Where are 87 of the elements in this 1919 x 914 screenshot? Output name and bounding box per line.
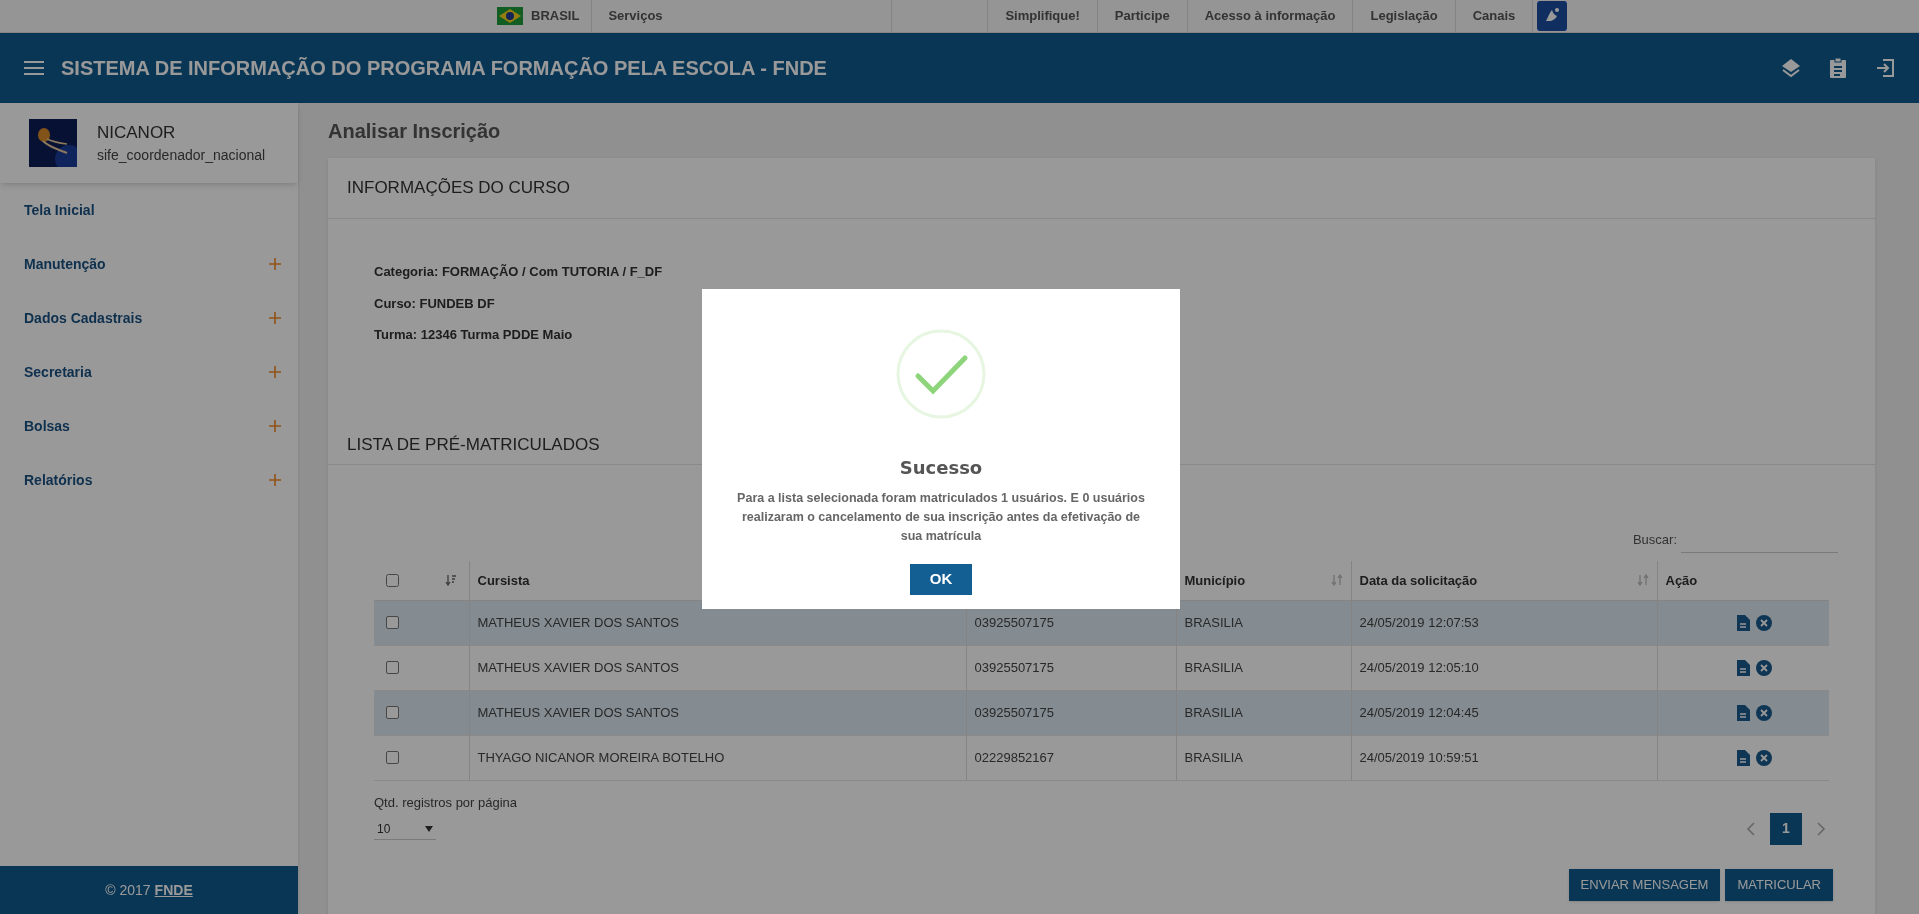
remove-icon[interactable]: [1755, 614, 1772, 631]
table-cell: THYAGO NICANOR MOREIRA BOTELHO: [477, 749, 725, 765]
caret-icon: [425, 825, 433, 832]
table-cell: BRASILIA: [1184, 659, 1244, 675]
action-button[interactable]: MATRICULAR: [1725, 868, 1833, 901]
flag-icon: [497, 7, 523, 25]
sidebar-item[interactable]: Tela Inicial: [24, 199, 95, 221]
plus-icon[interactable]: [269, 312, 281, 324]
sort-icon[interactable]: [1636, 574, 1649, 587]
sidebar-item[interactable]: Bolsas: [24, 415, 70, 437]
success-check-icon: [896, 329, 986, 419]
remove-icon[interactable]: [1755, 704, 1772, 721]
menu-icon[interactable]: [24, 60, 44, 76]
page-size-label: Qtd. registros por página: [374, 793, 518, 812]
gov-link[interactable]: Serviços: [592, 0, 893, 32]
page-size-select[interactable]: 10: [374, 818, 436, 840]
table-row[interactable]: MATHEUS XAVIER DOS SANTOS 03925507175 BRASILIA 24/05/2019 12:07:53: [374, 600, 1829, 645]
gov-link[interactable]: Participe: [1096, 0, 1187, 32]
document-icon[interactable]: [1735, 704, 1750, 721]
clipboard-icon[interactable]: [1829, 57, 1847, 79]
gov-link[interactable]: Canais: [1454, 0, 1533, 32]
table-row[interactable]: MATHEUS XAVIER DOS SANTOS 03925507175 BRASILIA 24/05/2019 12:04:45: [374, 690, 1829, 735]
user-role: sife_coordenador_nacional: [97, 146, 266, 166]
column-header[interactable]: Município: [1184, 570, 1246, 590]
section-heading: INFORMAÇÕES DO CURSO: [347, 177, 570, 200]
plus-icon[interactable]: [269, 474, 281, 486]
gov-link[interactable]: Simplifique!: [987, 0, 1097, 32]
remove-icon[interactable]: [1755, 659, 1772, 676]
table-cell: MATHEUS XAVIER DOS SANTOS: [477, 614, 680, 630]
header-title: SISTEMA DE INFORMAÇÃO DO PROGRAMA FORMAÇÃO PELA ESCOLA - FNDE: [61, 56, 827, 81]
document-icon[interactable]: [1735, 749, 1750, 766]
layers-icon[interactable]: [1781, 58, 1801, 78]
row-checkbox[interactable]: [386, 706, 399, 719]
document-icon[interactable]: [1735, 659, 1750, 676]
plus-icon[interactable]: [269, 258, 281, 270]
table-row[interactable]: THYAGO NICANOR MOREIRA BOTELHO 02229852167 BRASILIA 24/05/2019 10:59:51: [374, 735, 1829, 780]
next-page-icon[interactable]: [1816, 821, 1826, 836]
table-cell: 03925507175: [974, 659, 1055, 675]
table-cell: 03925507175: [974, 704, 1055, 720]
sidebar-item[interactable]: Manutenção: [24, 253, 106, 275]
table-cell: BRASILIA: [1184, 614, 1244, 630]
table-cell: 24/05/2019 12:05:10: [1359, 659, 1479, 675]
column-header[interactable]: Cursista: [477, 570, 530, 590]
exit-icon[interactable]: [1875, 58, 1895, 78]
sidebar-item[interactable]: Secretaria: [24, 361, 92, 383]
row-checkbox[interactable]: [386, 616, 399, 629]
action-button[interactable]: ENVIAR MENSAGEM: [1568, 868, 1721, 901]
table-cell: 24/05/2019 10:59:51: [1359, 749, 1479, 765]
course-info-text: Turma: 12346 Turma PDDE Maio: [374, 326, 574, 344]
plus-icon[interactable]: [269, 420, 281, 432]
page-button[interactable]: 1: [1770, 812, 1802, 845]
table-cell: BRASILIA: [1184, 749, 1244, 765]
row-checkbox[interactable]: [386, 661, 399, 674]
modal-message: Para a lista selecionada foram matriculados 1 usuários. E 0 usuários realizaram o cancelamento de sua inscrição antes da efetivação de sua matrícula: [736, 490, 1146, 545]
sidebar-item[interactable]: Dados Cadastrais: [24, 307, 143, 329]
page-title: Analisar Inscrição: [328, 118, 502, 144]
course-info-text: Curso: FUNDEB DF: [374, 294, 496, 313]
table-cell: MATHEUS XAVIER DOS SANTOS: [477, 704, 680, 720]
table-cell: BRASILIA: [1184, 704, 1244, 720]
copyright-text: © 2017: [105, 880, 151, 900]
column-header[interactable]: Ação: [1665, 570, 1698, 590]
table-cell: 24/05/2019 12:07:53: [1359, 614, 1479, 630]
document-icon[interactable]: [1735, 614, 1750, 631]
gov-link[interactable]: Legislação: [1352, 0, 1455, 32]
table-cell: 24/05/2019 12:04:45: [1359, 704, 1479, 720]
gov-link[interactable]: Acesso à informação: [1186, 0, 1353, 32]
sort-icon[interactable]: [444, 574, 457, 587]
plus-icon[interactable]: [269, 366, 281, 378]
table-cell: 03925507175: [974, 614, 1055, 630]
footer-link[interactable]: FNDE: [154, 879, 193, 901]
column-header[interactable]: Data da solicitação: [1359, 570, 1478, 590]
ok-button[interactable]: OK: [910, 564, 972, 595]
course-info-text: Categoria: FORMAÇÃO / Com TUTORIA / F_DF: [374, 263, 664, 281]
table-cell: MATHEUS XAVIER DOS SANTOS: [477, 659, 680, 675]
modal-title: Sucesso: [899, 456, 983, 480]
user-name: NICANOR: [97, 121, 177, 144]
search-label: Buscar:: [1632, 530, 1677, 549]
section-heading: LISTA DE PRÉ-MATRICULADOS: [347, 433, 600, 456]
table-row[interactable]: MATHEUS XAVIER DOS SANTOS 03925507175 BRASILIA 24/05/2019 12:05:10: [374, 645, 1829, 690]
remove-icon[interactable]: [1755, 749, 1772, 766]
select-all-checkbox[interactable]: [386, 573, 399, 587]
previous-page-icon[interactable]: [1746, 821, 1756, 836]
row-checkbox[interactable]: [386, 751, 399, 764]
sort-icon[interactable]: [1330, 574, 1343, 587]
sidebar-item[interactable]: Relatórios: [24, 469, 93, 491]
country-label: BRASIL: [531, 7, 580, 26]
table-cell: 02229852167: [974, 749, 1055, 765]
